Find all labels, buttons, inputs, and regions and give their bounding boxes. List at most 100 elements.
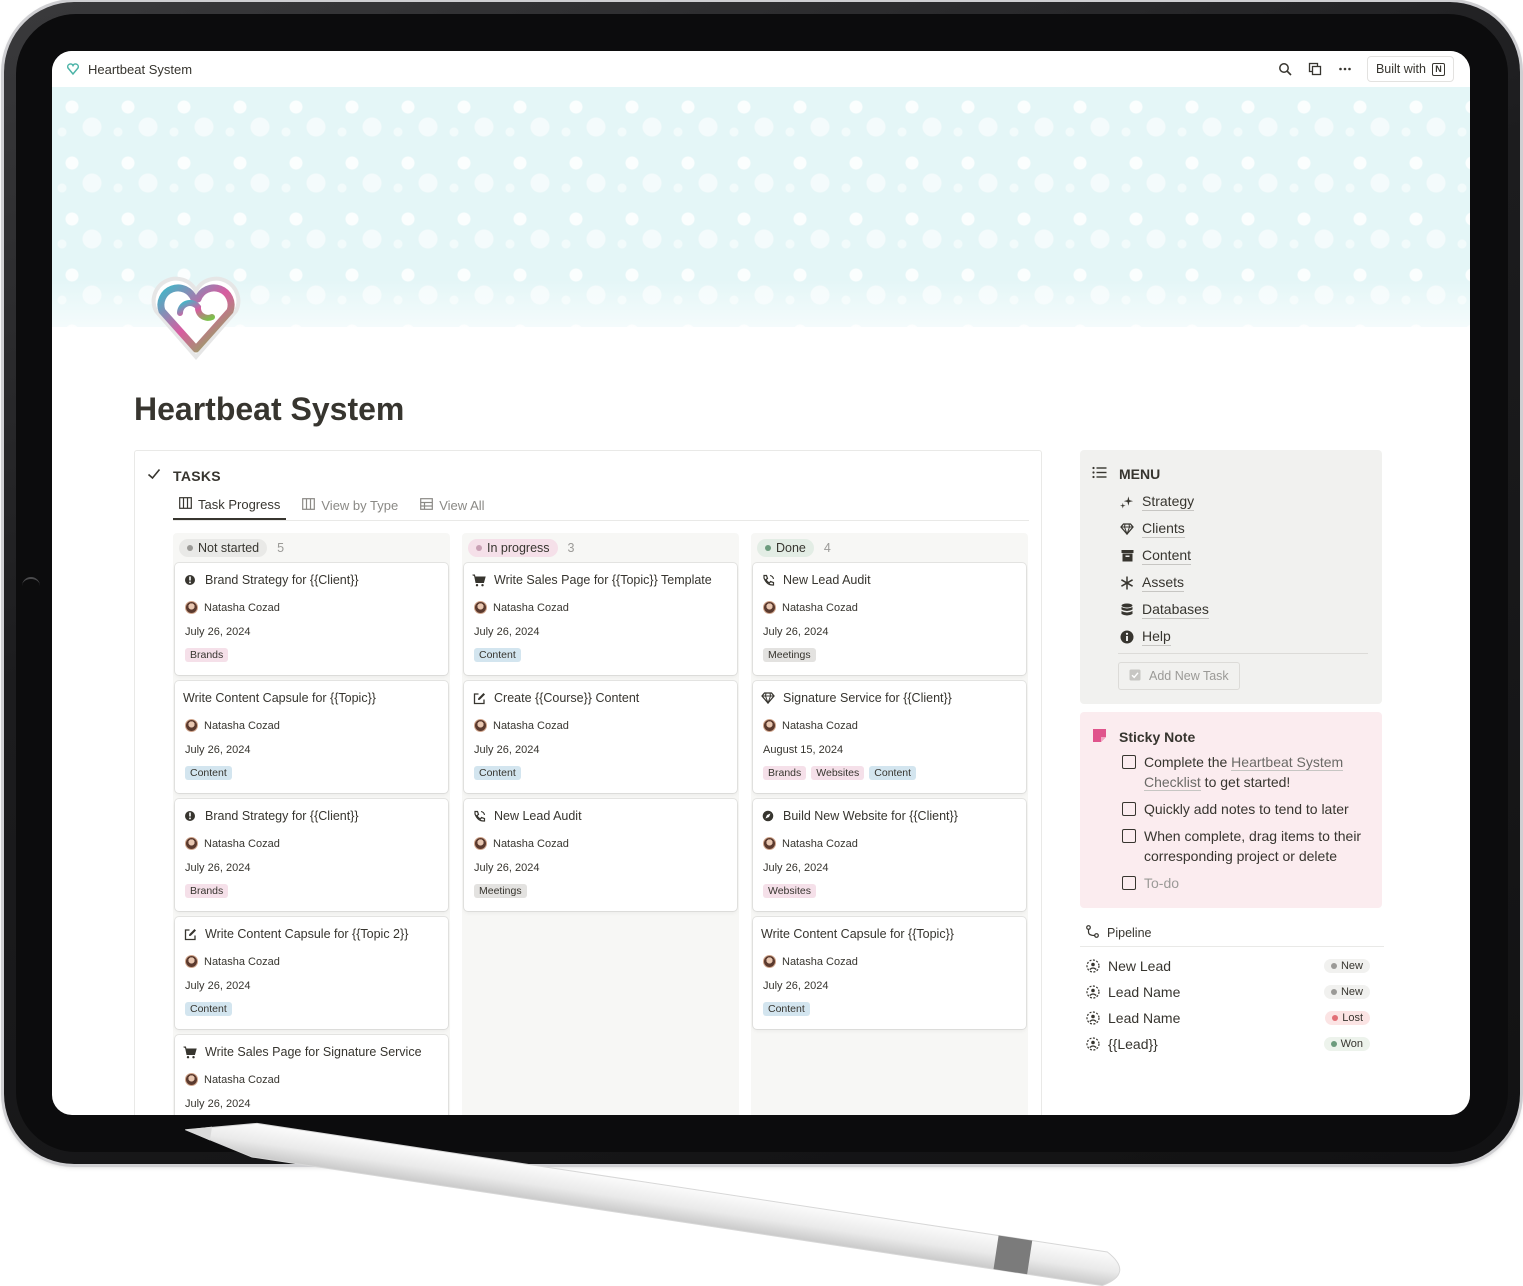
status-label: Done: [776, 541, 806, 555]
status-label: Won: [1340, 1038, 1363, 1050]
task-date: July 26, 2024: [185, 1098, 251, 1110]
task-tags: Brands: [183, 648, 440, 662]
info-icon: [1120, 630, 1134, 644]
add-new-task-button[interactable]: Add New Task: [1118, 662, 1240, 690]
status-badge: New: [1323, 985, 1370, 999]
todo-placeholder[interactable]: To-do: [1144, 873, 1179, 893]
status-badge: New: [1323, 959, 1370, 973]
column-count: 3: [567, 541, 575, 555]
todo-checkbox[interactable]: [1122, 755, 1136, 769]
menu-item-strategy[interactable]: Strategy: [1120, 488, 1209, 515]
menu-item-label: Clients: [1142, 519, 1185, 538]
page-title[interactable]: Heartbeat System: [134, 391, 404, 428]
task-assignee: Natasha Cozad: [472, 719, 729, 732]
column-header: In progress 3: [464, 535, 737, 561]
todo-text[interactable]: When complete, drag items to their corre…: [1144, 826, 1362, 866]
menu-callout: MENU Strategy Clients Content Assets Databas…: [1080, 450, 1382, 704]
cart-icon: [472, 573, 486, 587]
pipeline-row[interactable]: {{Lead}} Won: [1080, 1031, 1384, 1057]
tag-badge: Content: [869, 766, 917, 780]
todo-text[interactable]: Quickly add notes to tend to later: [1144, 799, 1349, 819]
status-badge: Lost: [1325, 1011, 1370, 1025]
sticky-note-header: Sticky Note: [1092, 728, 1195, 746]
status-pill[interactable]: Done: [757, 539, 814, 557]
todo-text-pre: Complete the: [1144, 754, 1232, 770]
workspace-title[interactable]: Heartbeat System: [88, 62, 192, 77]
tab-view-by-type[interactable]: View by Type: [296, 491, 404, 520]
tab-task-progress[interactable]: Task Progress: [173, 491, 287, 520]
task-assignee: Natasha Cozad: [761, 955, 1018, 968]
pipeline-row[interactable]: Lead Name Lost: [1080, 1005, 1384, 1031]
menu-item-assets[interactable]: Assets: [1120, 569, 1209, 596]
assignee-name: Natasha Cozad: [204, 837, 280, 850]
avatar: [474, 837, 487, 850]
task-card[interactable]: Brand Strategy for {{Client}} Natasha Coz…: [175, 799, 448, 911]
task-title: Brand Strategy for {{Client}}: [205, 573, 359, 587]
lead-name: Lead Name: [1108, 984, 1181, 1000]
task-date: July 26, 2024: [474, 626, 540, 638]
task-title: Create {{Course}} Content: [494, 691, 640, 705]
task-card[interactable]: Write Content Capsule for {{Topic}} Natas…: [753, 917, 1026, 1029]
task-date: July 26, 2024: [763, 626, 829, 638]
menu-item-help[interactable]: Help: [1120, 623, 1209, 650]
status-label: In progress: [487, 541, 550, 555]
task-card[interactable]: Create {{Course}} Content Natasha Cozad Ju…: [464, 681, 737, 793]
status-badge: Won: [1323, 1037, 1370, 1051]
todo-text-post: to get started!: [1200, 774, 1291, 790]
pipeline-row[interactable]: New Lead New: [1080, 953, 1384, 979]
pipeline-header[interactable]: Pipeline: [1080, 919, 1384, 947]
task-card[interactable]: Signature Service for {{Client}} Natasha …: [753, 681, 1026, 793]
task-title: Write Sales Page for Signature Service: [205, 1045, 422, 1059]
menu-item-label: Help: [1142, 627, 1171, 646]
edit-icon: [472, 691, 486, 705]
duplicate-icon[interactable]: [1307, 61, 1323, 77]
task-assignee: Natasha Cozad: [472, 601, 729, 614]
column-header: Done 4: [753, 535, 1026, 561]
task-tags: Meetings: [472, 884, 729, 898]
assignee-name: Natasha Cozad: [782, 837, 858, 850]
task-date: July 26, 2024: [185, 744, 251, 756]
menu-item-databases[interactable]: Databases: [1120, 596, 1209, 623]
assignee-name: Natasha Cozad: [493, 719, 569, 732]
gem-icon: [761, 691, 775, 705]
todo-item: Complete the Heartbeat System Checklist …: [1122, 752, 1362, 792]
pipeline-row[interactable]: Lead Name New: [1080, 979, 1384, 1005]
tab-view-all[interactable]: View All: [414, 491, 490, 520]
task-date: July 26, 2024: [763, 980, 829, 992]
status-label: Not started: [198, 541, 260, 555]
task-card[interactable]: Write Sales Page for {{Topic}} Template N…: [464, 563, 737, 675]
task-card[interactable]: New Lead Audit Natasha Cozad July 26, 2024…: [753, 563, 1026, 675]
table-icon: [420, 498, 434, 513]
task-card[interactable]: Build New Website for {{Client}} Natasha …: [753, 799, 1026, 911]
task-title-row: Create {{Course}} Content: [472, 691, 729, 705]
task-title: New Lead Audit: [783, 573, 871, 587]
task-card[interactable]: Write Content Capsule for {{Topic 2}} Nat…: [175, 917, 448, 1029]
status-pill[interactable]: Not started: [179, 539, 268, 557]
task-card[interactable]: New Lead Audit Natasha Cozad July 26, 2024…: [464, 799, 737, 911]
task-card[interactable]: Write Content Capsule for {{Topic}} Natas…: [175, 681, 448, 793]
menu-item-content[interactable]: Content: [1120, 542, 1209, 569]
todo-checkbox[interactable]: [1122, 802, 1136, 816]
built-with-label: Built with: [1375, 62, 1426, 76]
search-icon[interactable]: [1277, 61, 1293, 77]
assignee-name: Natasha Cozad: [782, 719, 858, 732]
menu-item-clients[interactable]: Clients: [1120, 515, 1209, 542]
task-card[interactable]: Write Sales Page for Signature Service Na…: [175, 1035, 448, 1115]
task-title: Write Sales Page for {{Topic}} Template: [494, 573, 712, 587]
status-dot: [1330, 1041, 1337, 1047]
heart-logo-icon: [66, 62, 80, 76]
board-column: Done 4 New Lead Audit Natasha Cozad July 26,…: [751, 533, 1028, 1115]
task-title: Write Content Capsule for {{Topic}}: [761, 927, 954, 941]
column-header: Not started 5: [175, 535, 448, 561]
assignee-name: Natasha Cozad: [782, 601, 858, 614]
status-pill[interactable]: In progress: [468, 539, 558, 557]
task-assignee: Natasha Cozad: [183, 1073, 440, 1086]
task-assignee: Natasha Cozad: [472, 837, 729, 850]
task-card[interactable]: Brand Strategy for {{Client}} Natasha Coz…: [175, 563, 448, 675]
todo-checkbox[interactable]: [1122, 876, 1136, 890]
add-task-label: Add New Task: [1149, 669, 1229, 683]
built-with-button[interactable]: Built with N: [1366, 56, 1454, 82]
more-icon[interactable]: [1337, 61, 1353, 77]
avatar: [185, 1073, 198, 1086]
todo-checkbox[interactable]: [1122, 829, 1136, 843]
